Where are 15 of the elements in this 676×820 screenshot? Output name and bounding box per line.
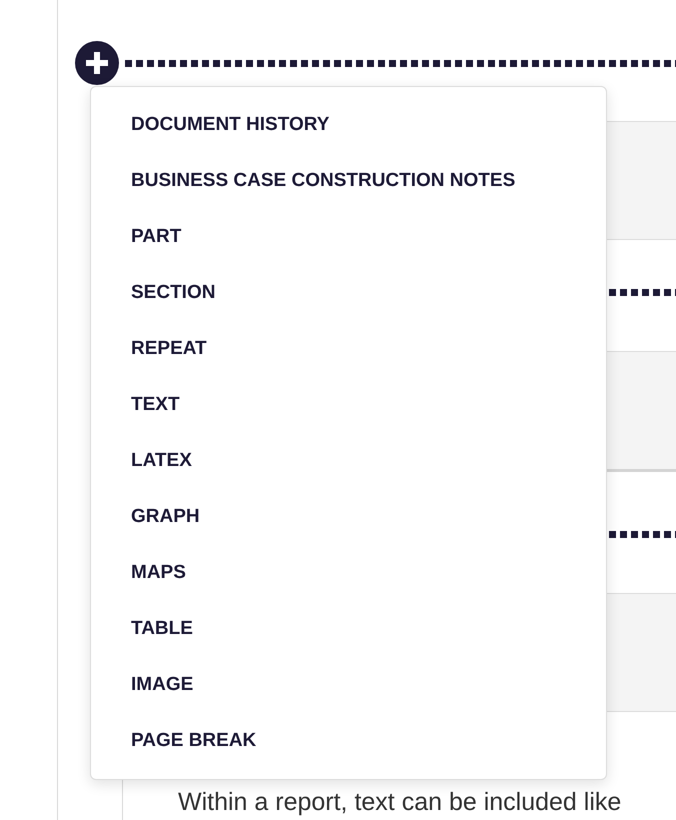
paragraph-text: Within a report, text can be included like — [178, 787, 622, 818]
menu-item[interactable]: PAGE BREAK — [91, 713, 606, 769]
menu-item[interactable]: MAPS — [91, 545, 606, 601]
menu-item[interactable]: PART — [91, 209, 606, 265]
menu-item[interactable]: BUSINESS CASE CONSTRUCTION NOTES — [91, 153, 606, 209]
menu-item[interactable]: DOCUMENT HISTORY — [91, 97, 606, 153]
add-block-button[interactable] — [75, 41, 119, 85]
menu-item[interactable]: LATEX — [91, 433, 606, 489]
plus-icon — [84, 50, 110, 76]
menu-item[interactable]: SECTION — [91, 265, 606, 321]
menu-item[interactable]: IMAGE — [91, 657, 606, 713]
menu-item[interactable]: REPEAT — [91, 321, 606, 377]
menu-item[interactable]: TABLE — [91, 601, 606, 657]
menu-item[interactable]: TEXT — [91, 377, 606, 433]
menu-item[interactable]: GRAPH — [91, 489, 606, 545]
